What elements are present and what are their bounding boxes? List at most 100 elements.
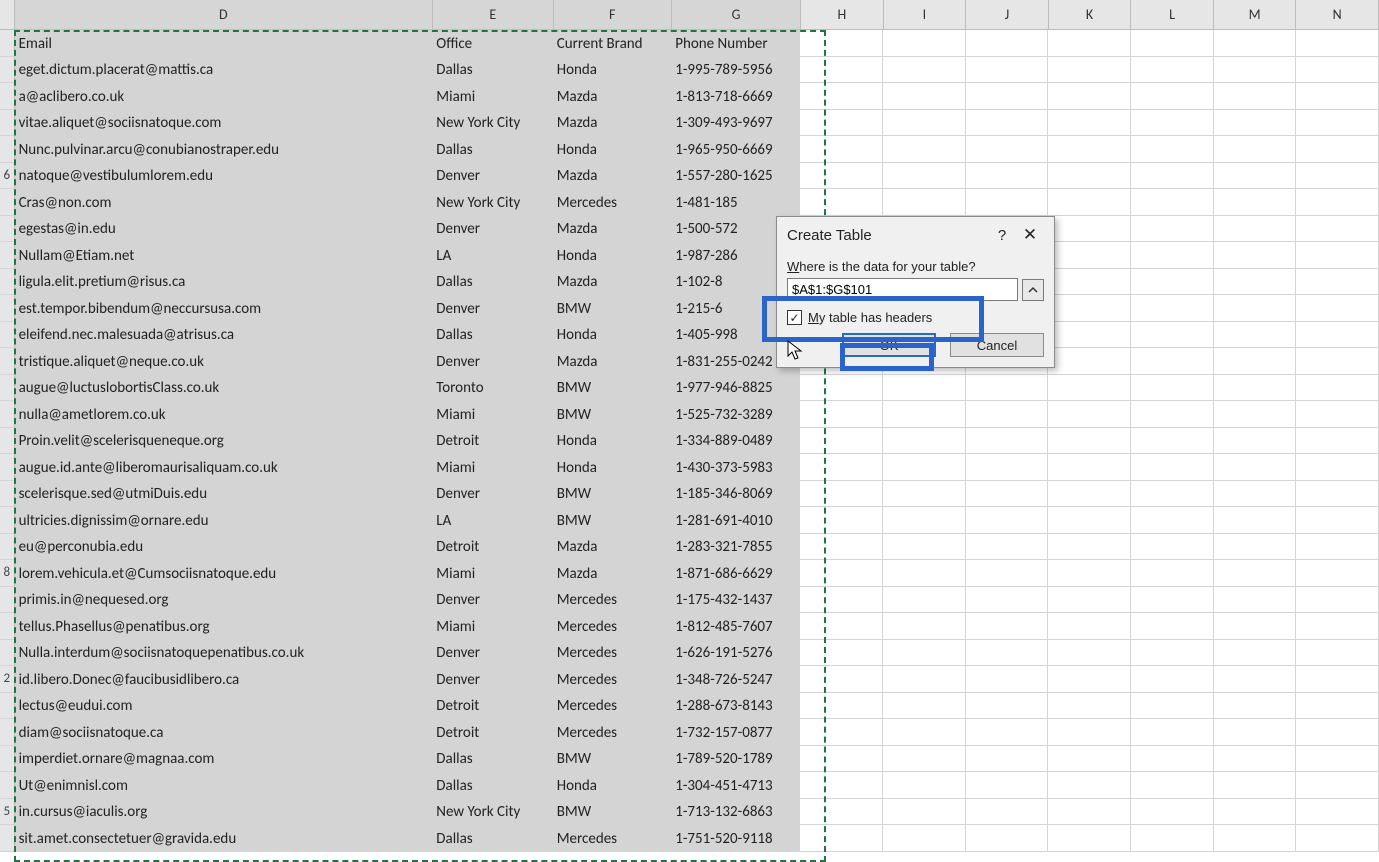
row-number[interactable] bbox=[0, 428, 15, 454]
cell[interactable] bbox=[883, 613, 966, 639]
cell[interactable] bbox=[883, 110, 966, 136]
cell[interactable] bbox=[966, 799, 1049, 825]
cell[interactable] bbox=[800, 136, 883, 162]
cell[interactable] bbox=[1214, 481, 1297, 507]
cell[interactable] bbox=[1131, 57, 1214, 83]
cell[interactable] bbox=[800, 57, 883, 83]
cell[interactable]: Mercedes bbox=[553, 693, 672, 719]
cell[interactable] bbox=[883, 428, 966, 454]
cell[interactable] bbox=[966, 640, 1049, 666]
cell[interactable] bbox=[1214, 560, 1297, 586]
row-number[interactable] bbox=[0, 136, 15, 162]
cell[interactable] bbox=[1048, 454, 1131, 480]
cell[interactable] bbox=[1131, 825, 1214, 851]
cell[interactable] bbox=[1048, 242, 1131, 268]
cell[interactable] bbox=[1296, 560, 1379, 586]
cell[interactable]: 1-348-726-5247 bbox=[671, 666, 800, 692]
cell[interactable] bbox=[1131, 322, 1214, 348]
column-header-L[interactable]: L bbox=[1131, 0, 1214, 29]
cell[interactable] bbox=[1214, 587, 1297, 613]
cell[interactable] bbox=[1214, 613, 1297, 639]
cell[interactable] bbox=[1048, 587, 1131, 613]
cell[interactable] bbox=[800, 454, 883, 480]
cell[interactable]: Detroit bbox=[432, 534, 552, 560]
cell[interactable]: Mazda bbox=[553, 83, 672, 109]
column-header-D[interactable]: D bbox=[15, 0, 433, 29]
cell[interactable]: eu@perconubia.edu bbox=[15, 534, 433, 560]
cell[interactable] bbox=[1214, 825, 1297, 851]
cell[interactable]: Dallas bbox=[432, 825, 552, 851]
cell[interactable] bbox=[1131, 163, 1214, 189]
cell[interactable]: Miami bbox=[432, 560, 552, 586]
cell[interactable] bbox=[1048, 163, 1131, 189]
cell[interactable]: natoque@vestibulumlorem.edu bbox=[15, 163, 433, 189]
cell[interactable] bbox=[1131, 454, 1214, 480]
cell[interactable] bbox=[1131, 640, 1214, 666]
cell[interactable]: Miami bbox=[432, 454, 552, 480]
cell[interactable] bbox=[800, 83, 883, 109]
column-header-J[interactable]: J bbox=[966, 0, 1049, 29]
cell[interactable]: ligula.elit.pretium@risus.ca bbox=[15, 269, 433, 295]
cell[interactable]: Mazda bbox=[553, 348, 672, 374]
cell[interactable] bbox=[883, 825, 966, 851]
cell[interactable] bbox=[1214, 375, 1297, 401]
cell[interactable] bbox=[800, 481, 883, 507]
cell[interactable]: diam@sociisnatoque.ca bbox=[15, 719, 433, 745]
cell[interactable]: Toronto bbox=[432, 375, 552, 401]
cell[interactable]: Denver bbox=[432, 348, 552, 374]
select-all-corner[interactable] bbox=[0, 0, 15, 29]
cell[interactable] bbox=[1296, 216, 1379, 242]
cell[interactable] bbox=[800, 693, 883, 719]
cell[interactable]: id.libero.Donec@faucibusidlibero.ca bbox=[15, 666, 433, 692]
cell[interactable]: 1-871-686-6629 bbox=[671, 560, 800, 586]
cell[interactable] bbox=[1296, 189, 1379, 215]
cell[interactable] bbox=[800, 189, 883, 215]
cell[interactable] bbox=[1131, 666, 1214, 692]
cell[interactable]: 1-812-485-7607 bbox=[671, 613, 800, 639]
column-header-F[interactable]: F bbox=[554, 0, 672, 29]
cell[interactable] bbox=[883, 772, 966, 798]
cell[interactable]: 1-185-346-8069 bbox=[671, 481, 800, 507]
cell[interactable]: Mercedes bbox=[553, 640, 672, 666]
range-input[interactable] bbox=[787, 278, 1018, 301]
cell[interactable] bbox=[1048, 534, 1131, 560]
cell[interactable] bbox=[1296, 110, 1379, 136]
cell[interactable]: Nunc.pulvinar.arcu@conubianostraper.edu bbox=[15, 136, 433, 162]
cell[interactable] bbox=[1048, 613, 1131, 639]
cell[interactable] bbox=[1048, 666, 1131, 692]
cell[interactable] bbox=[1214, 242, 1297, 268]
cell[interactable]: tellus.Phasellus@penatibus.org bbox=[15, 613, 433, 639]
cell[interactable] bbox=[1296, 30, 1379, 56]
cell[interactable] bbox=[883, 189, 966, 215]
cell[interactable]: BMW bbox=[553, 507, 672, 533]
cell[interactable] bbox=[1214, 189, 1297, 215]
row-number[interactable]: 2 bbox=[0, 666, 15, 692]
row-number[interactable] bbox=[0, 772, 15, 798]
cell[interactable] bbox=[800, 110, 883, 136]
cell[interactable] bbox=[1214, 640, 1297, 666]
cell[interactable] bbox=[1131, 401, 1214, 427]
cell[interactable] bbox=[1214, 30, 1297, 56]
cell[interactable] bbox=[800, 613, 883, 639]
cell[interactable]: eget.dictum.placerat@mattis.ca bbox=[15, 57, 433, 83]
cell[interactable]: Mazda bbox=[553, 560, 672, 586]
cell[interactable] bbox=[1214, 295, 1297, 321]
cell[interactable]: 1-281-691-4010 bbox=[671, 507, 800, 533]
cell[interactable]: Denver bbox=[432, 481, 552, 507]
cell[interactable] bbox=[1296, 242, 1379, 268]
cell[interactable]: est.tempor.bibendum@neccursusa.com bbox=[15, 295, 433, 321]
cell[interactable]: Mercedes bbox=[553, 587, 672, 613]
cell[interactable]: Honda bbox=[553, 322, 672, 348]
cell[interactable] bbox=[1214, 693, 1297, 719]
cell[interactable] bbox=[883, 640, 966, 666]
cell[interactable] bbox=[883, 163, 966, 189]
cell[interactable] bbox=[1296, 507, 1379, 533]
cell[interactable] bbox=[1214, 666, 1297, 692]
column-header-H[interactable]: H bbox=[801, 0, 884, 29]
cell[interactable] bbox=[883, 481, 966, 507]
cell[interactable] bbox=[1214, 269, 1297, 295]
cell[interactable] bbox=[800, 719, 883, 745]
cell[interactable]: BMW bbox=[553, 799, 672, 825]
cell[interactable]: Ut@enimnisl.com bbox=[15, 772, 433, 798]
cell[interactable] bbox=[1048, 481, 1131, 507]
